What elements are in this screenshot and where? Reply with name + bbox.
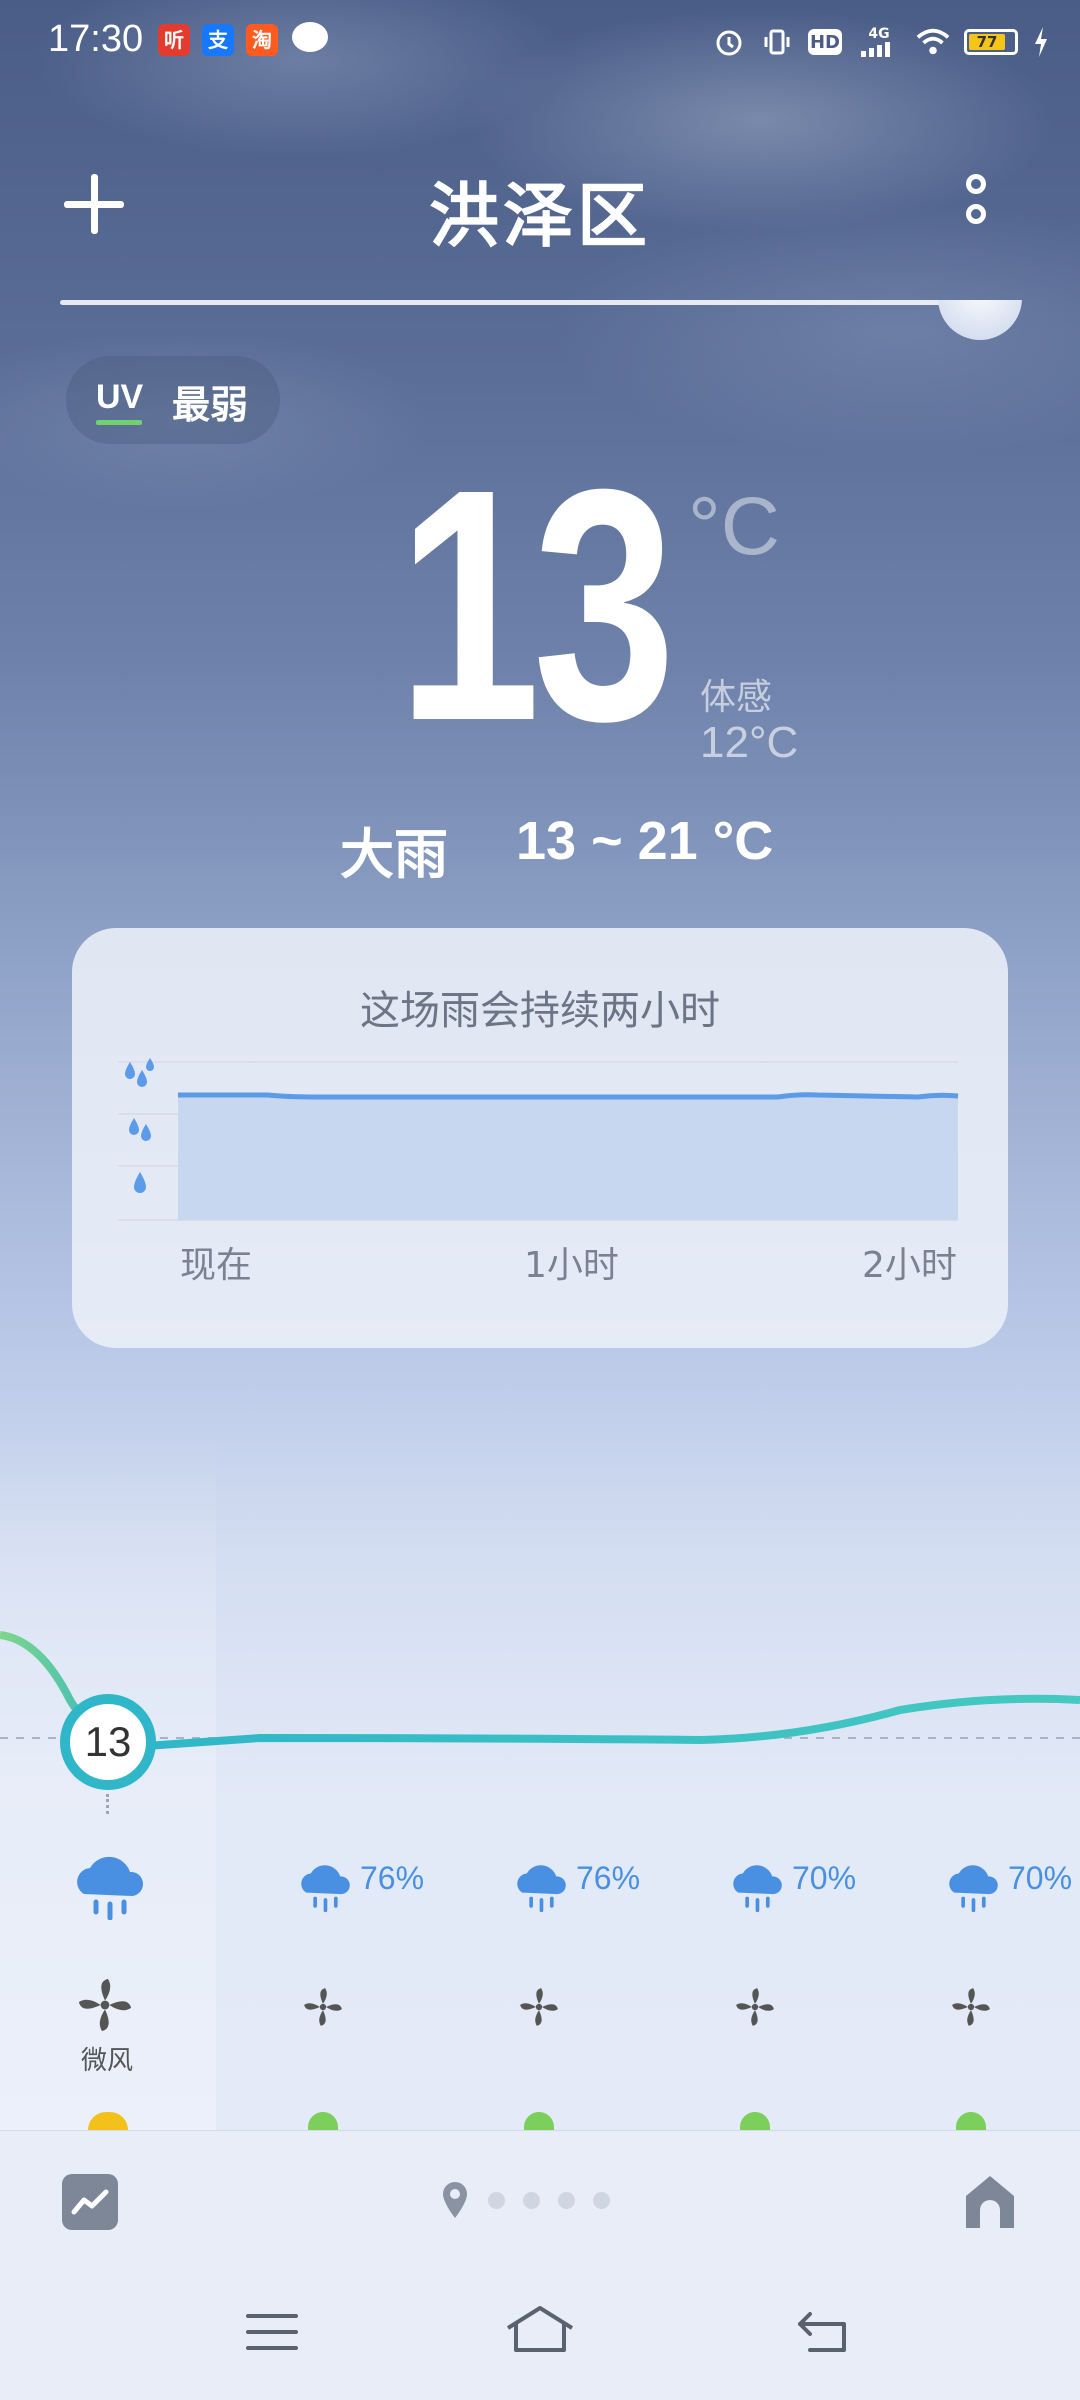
page-dot[interactable]	[558, 2191, 575, 2209]
trend-icon	[71, 2189, 109, 2215]
precip-chance: 76%	[360, 1860, 425, 1896]
page-dot[interactable]	[488, 2191, 505, 2209]
precip-chance: 70%	[1008, 1860, 1073, 1896]
wind-level-label: 微风	[80, 2046, 133, 2076]
hour-col-2[interactable]: 76%	[512, 1860, 640, 1916]
wind-fan-icon	[952, 1988, 990, 2026]
rain-x-label-2h: 2小时	[862, 1245, 957, 1286]
wind-fan-icon	[520, 1988, 558, 2026]
weather-condition: 大雨	[340, 823, 448, 886]
rain-cloud-icon	[517, 1865, 566, 1913]
rain-x-label-1h: 1小时	[524, 1245, 619, 1286]
network-type: 4G	[868, 26, 890, 42]
hourly-temperature-curve	[0, 1631, 1080, 1750]
current-hour-tick	[106, 1794, 109, 1814]
sun-track-line	[60, 300, 1020, 305]
status-time: 17:30	[48, 18, 144, 60]
charging-icon	[1032, 25, 1050, 59]
battery-icon: 77	[964, 29, 1018, 55]
wind-fan-icon	[304, 1988, 342, 2026]
hd-icon: HD	[808, 29, 842, 55]
taobao-app-icon: 淘	[246, 24, 278, 56]
home-city-button[interactable]	[962, 2172, 1018, 2232]
current-temperature: 13	[397, 420, 676, 789]
home-nav-icon[interactable]	[504, 2304, 576, 2354]
hour-col-1[interactable]: 76%	[296, 1860, 424, 1916]
menu-nav-icon[interactable]	[244, 2310, 300, 2354]
rain-cloud-icon	[949, 1865, 998, 1913]
page-indicator	[440, 2180, 610, 2220]
back-nav-icon[interactable]	[796, 2310, 852, 2354]
more-options-button[interactable]	[962, 174, 992, 238]
uv-index-pill[interactable]: UV 最弱	[66, 356, 280, 444]
feels-like-value: 12°C	[700, 718, 799, 767]
rain-cloud-icon	[733, 1865, 782, 1913]
hour-col-now[interactable]	[70, 1850, 146, 1924]
home-icon	[966, 2176, 1014, 2228]
status-icons: HD 4G 77	[712, 22, 1050, 62]
alipay-app-icon: 支	[202, 24, 234, 56]
battery-level: 77	[969, 34, 1005, 51]
rain-forecast-title: 这场雨会持续两小时	[360, 988, 720, 1034]
rain-x-label-now: 现在	[180, 1245, 253, 1286]
moon-icon	[938, 300, 1022, 340]
listen-app-icon: 听	[158, 24, 190, 56]
trend-chart-button[interactable]	[62, 2174, 118, 2230]
bottom-toolbar	[0, 2130, 1080, 2400]
rain-cloud-icon	[301, 1865, 350, 1913]
aqi-leaf-icon	[308, 2112, 338, 2130]
city-title: 洪泽区	[429, 175, 651, 257]
signal-icon: 4G	[856, 25, 902, 59]
rain-cloud-icon	[77, 1856, 144, 1921]
message-icon	[292, 22, 328, 52]
temperature-range: 13 ~ 21 °C	[516, 811, 774, 871]
light-rain-icon	[134, 1172, 146, 1193]
wind-fan-icon	[78, 1978, 132, 2032]
status-bar: 17:30 听 支 淘 HD 4G 77	[0, 0, 1080, 84]
aqi-leaf-icon	[740, 2112, 770, 2130]
vibrate-icon	[760, 25, 794, 59]
page-dot[interactable]	[593, 2191, 610, 2209]
wind-fan-icon	[736, 1988, 774, 2026]
uv-level-indicator	[96, 420, 142, 425]
uv-value: 最弱	[172, 383, 249, 427]
wifi-icon	[916, 25, 950, 59]
precip-chance: 70%	[792, 1860, 857, 1896]
page-dot[interactable]	[523, 2191, 540, 2209]
uv-label: UV	[96, 378, 144, 416]
precip-chance: 76%	[576, 1860, 641, 1896]
location-pin-icon	[443, 2182, 467, 2218]
hour-col-4[interactable]: 70%	[944, 1860, 1072, 1916]
alarm-icon	[712, 25, 746, 59]
current-hour-temp-badge: 13	[60, 1694, 156, 1790]
rain-intensity-chart	[118, 1058, 959, 1221]
aqi-leaf-icon	[956, 2112, 986, 2130]
hour-col-3[interactable]: 70%	[728, 1860, 856, 1916]
aqi-leaf-icon	[524, 2112, 554, 2130]
moderate-rain-icon	[129, 1118, 151, 1141]
rain-forecast-card[interactable]: 这场雨会持续两小时 现在 1小时 2小时	[72, 928, 1008, 1348]
temperature-unit: °C	[688, 481, 781, 572]
feels-like-label: 体感	[700, 677, 773, 718]
